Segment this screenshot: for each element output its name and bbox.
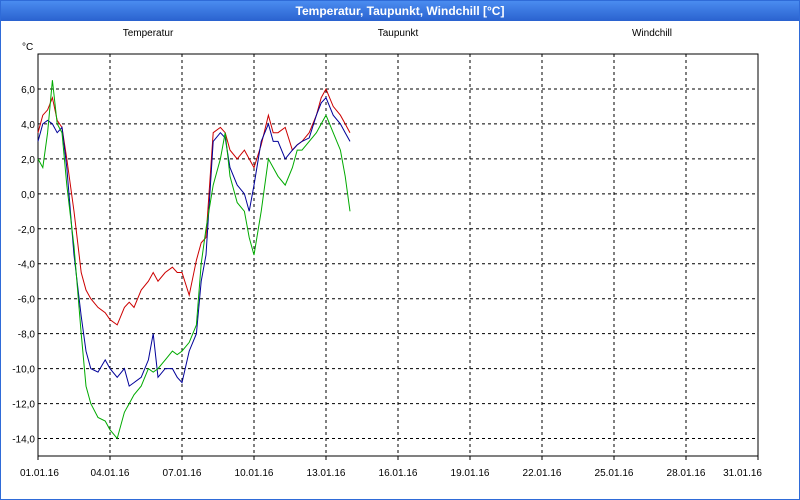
grid-lines (38, 54, 758, 456)
series-line-taupunkt (37, 96, 351, 387)
legend-item-temperatur: Temperatur (123, 28, 174, 39)
y-tick-label: -4,0 (18, 260, 36, 271)
line-chart: 6,0 4,0 2,0 0,0 -2,0 -4,0 -6,0 -8,0 -10,0 -12,0 -1… (12, 28, 762, 479)
x-tick-label: 04.01.16 (91, 468, 130, 479)
legend: Temperatur Taupunkt Windchill (123, 28, 672, 39)
y-tick-label: 6,0 (21, 85, 35, 96)
x-tick-label: 13.01.16 (307, 468, 346, 479)
y-axis-ticks: 6,0 4,0 2,0 0,0 -2,0 -4,0 -6,0 -8,0 -10,0 -12,0 -1… (12, 85, 35, 446)
y-axis-unit-label: °C (22, 42, 33, 53)
y-tick-label: -14,0 (12, 435, 35, 446)
y-tick-label: -12,0 (12, 400, 35, 411)
x-tick-label: 28.01.16 (667, 468, 706, 479)
legend-item-windchill: Windchill (632, 28, 672, 39)
y-tick-label: 0,0 (21, 190, 35, 201)
x-tick-label: 16.01.16 (379, 468, 418, 479)
y-tick-label: 2,0 (21, 155, 35, 166)
x-tick-label: 01.01.16 (20, 468, 59, 479)
y-tick-label: -6,0 (18, 295, 36, 306)
x-tick-label: 25.01.16 (595, 468, 634, 479)
x-tick-label: 22.01.16 (523, 468, 562, 479)
x-tick-label: 19.01.16 (451, 468, 490, 479)
y-tick-label: -10,0 (12, 365, 35, 376)
series-line-windchill (37, 80, 351, 440)
x-tick-label: 07.01.16 (163, 468, 202, 479)
y-tick-label: 4,0 (21, 120, 35, 131)
series-lines (37, 80, 351, 440)
y-tick-label: -8,0 (18, 330, 36, 341)
x-axis-ticks: 01.01.16 04.01.16 07.01.16 10.01.16 13.01.16… (20, 456, 762, 479)
y-tick-label: -2,0 (18, 225, 36, 236)
x-tick-label: 10.01.16 (235, 468, 274, 479)
x-tick-label: 31.01.16 (723, 468, 762, 479)
legend-item-taupunkt: Taupunkt (378, 28, 419, 39)
